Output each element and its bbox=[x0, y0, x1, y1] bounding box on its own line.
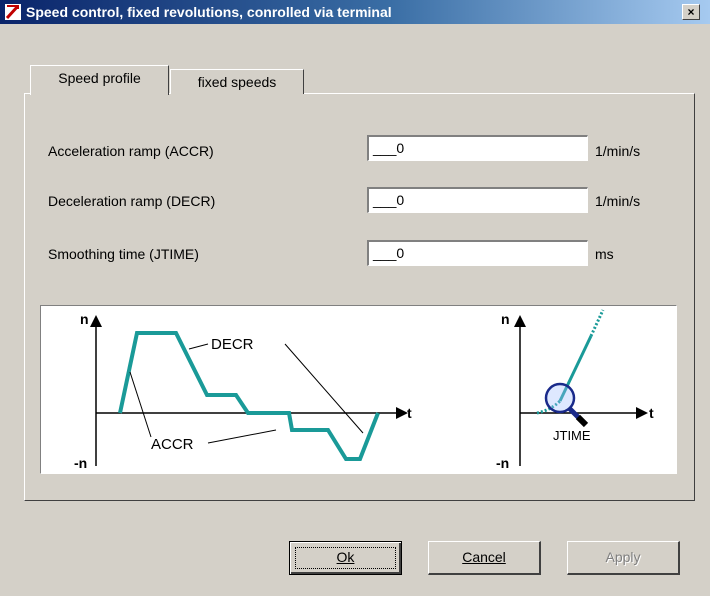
window-title: Speed control, fixed revolutions, conrol… bbox=[26, 4, 392, 20]
ramp-line-dotted bbox=[589, 309, 605, 337]
left-n-label: n bbox=[80, 311, 89, 327]
magnifier-icon bbox=[544, 382, 589, 428]
decr-label: DECR bbox=[211, 336, 254, 353]
right-t-label: t bbox=[649, 405, 654, 421]
app-icon bbox=[5, 4, 21, 20]
right-n-label: n bbox=[501, 311, 510, 327]
jtime-input[interactable]: ___0 bbox=[367, 240, 588, 266]
cancel-button[interactable]: Cancel bbox=[428, 541, 541, 575]
tab-fixed-speeds[interactable]: fixed speeds bbox=[170, 69, 304, 94]
decr-unit: 1/min/s bbox=[595, 193, 641, 209]
accr-callout-line-2 bbox=[207, 429, 277, 444]
ok-button-label: Ok bbox=[336, 549, 355, 565]
accr-label: Acceleration ramp (ACCR) bbox=[48, 143, 214, 159]
close-button[interactable]: × bbox=[682, 4, 700, 20]
left-t-label: t bbox=[407, 405, 412, 421]
right-neg-n-label: -n bbox=[496, 455, 509, 471]
decr-input[interactable]: ___0 bbox=[367, 187, 588, 213]
tab-label: Speed profile bbox=[58, 70, 141, 86]
accr-input[interactable]: ___0 bbox=[367, 135, 588, 161]
decr-callout-line bbox=[188, 343, 209, 350]
jtime-diagram-label: JTIME bbox=[553, 428, 591, 443]
accr-callout-line bbox=[129, 371, 152, 438]
ok-button[interactable]: Ok bbox=[289, 541, 402, 575]
speed-profile-graphic: n -n t DECR ACCR n -n t JTIME bbox=[74, 309, 654, 471]
accr-unit: 1/min/s bbox=[595, 143, 641, 159]
close-icon: × bbox=[687, 5, 695, 19]
speed-profile-diagram: n -n t DECR ACCR n -n t JTIME bbox=[40, 305, 677, 474]
apply-button[interactable]: Apply bbox=[567, 541, 680, 575]
decr-callout-line-2 bbox=[284, 343, 364, 434]
jtime-label: Smoothing time (JTIME) bbox=[48, 246, 199, 262]
jtime-unit: ms bbox=[595, 246, 614, 262]
cancel-button-label: Cancel bbox=[462, 549, 506, 565]
apply-button-label: Apply bbox=[605, 549, 641, 565]
decr-label: Deceleration ramp (DECR) bbox=[48, 193, 216, 209]
tab-speed-profile[interactable]: Speed profile bbox=[30, 65, 169, 95]
accr-label: ACCR bbox=[151, 436, 194, 453]
left-neg-n-label: -n bbox=[74, 455, 87, 471]
title-bar[interactable]: Speed control, fixed revolutions, conrol… bbox=[0, 0, 710, 24]
tab-label: fixed speeds bbox=[197, 74, 277, 90]
